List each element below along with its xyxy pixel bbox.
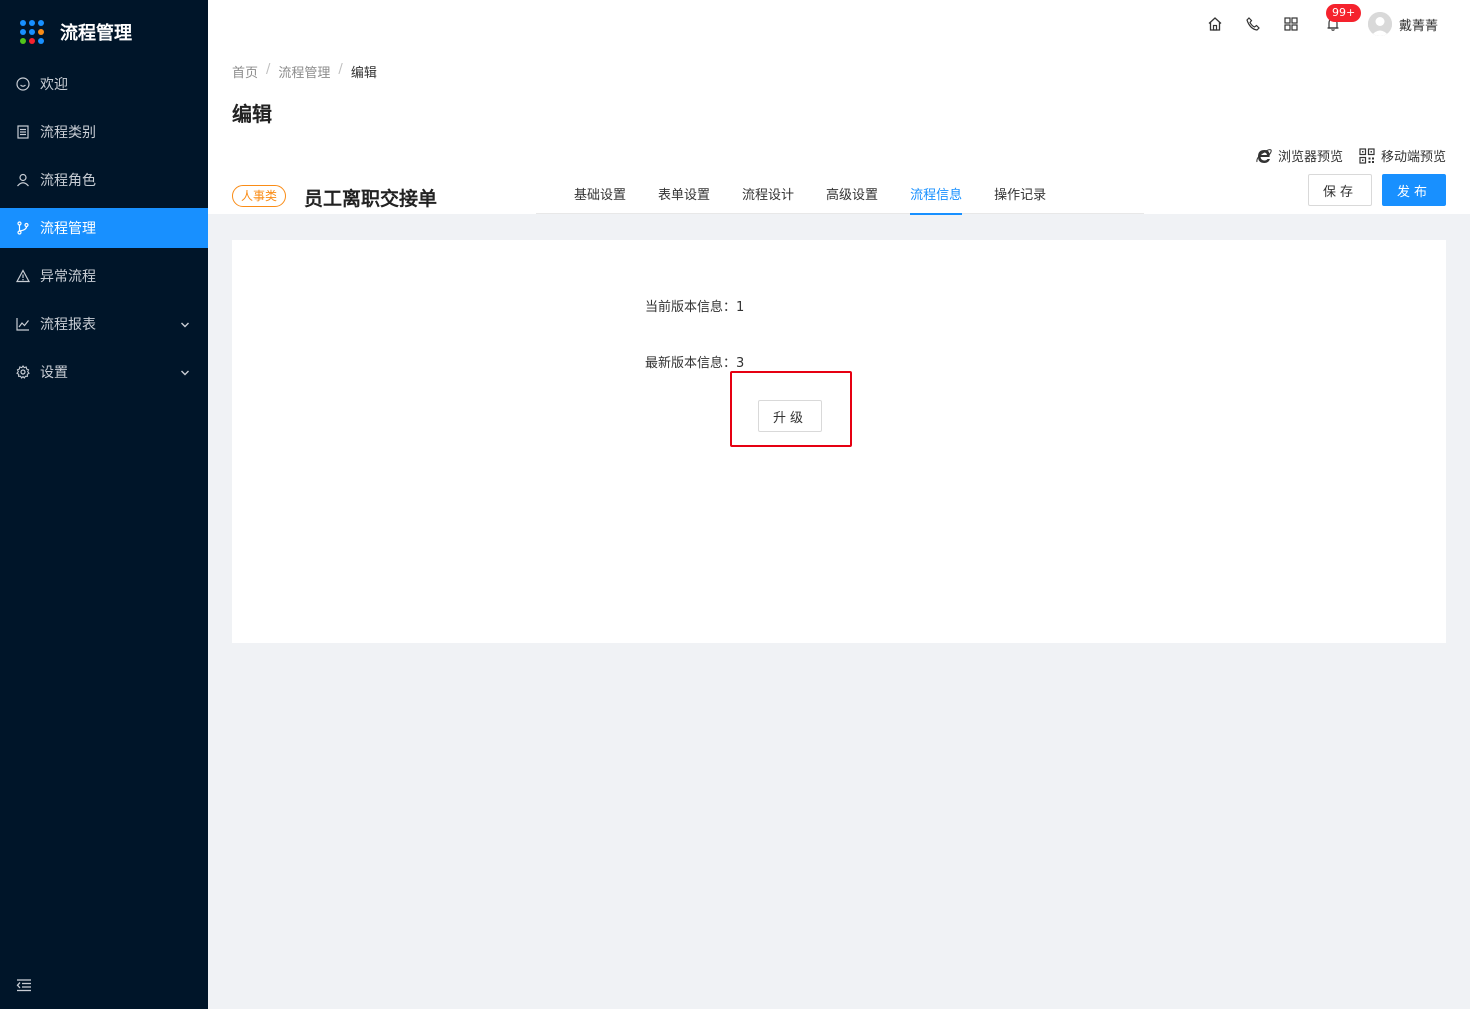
file-list-icon [16, 125, 30, 139]
latest-version-row: 最新版本信息：3 [645, 352, 744, 371]
form-name: 员工离职交接单 [304, 188, 438, 210]
page-header: 首页 / 流程管理 / 编辑 编辑 浏览器预览 移动端预览 人事类 员工离职交接… [208, 48, 1470, 215]
tab-operation-log[interactable]: 操作记录 [994, 178, 1046, 214]
mobile-preview-label: 移动端预览 [1380, 150, 1446, 165]
username[interactable]: 戴菁菁 [1399, 15, 1438, 34]
notification-badge: 99+ [1326, 4, 1362, 22]
current-version-label: 当前版本信息： [645, 300, 737, 315]
sidebar-item-settings[interactable]: 设置 [0, 352, 208, 392]
app-title: 流程管理 [60, 23, 132, 44]
latest-version-label: 最新版本信息： [645, 356, 737, 371]
apps-grid-icon[interactable] [1283, 16, 1299, 32]
current-version-row: 当前版本信息：1 [645, 296, 744, 315]
browser-preview-label: 浏览器预览 [1277, 150, 1343, 165]
phone-icon[interactable] [1245, 16, 1261, 32]
user-icon [16, 173, 30, 187]
menu-fold-icon[interactable] [16, 977, 32, 993]
sidebar-item-label: 流程类别 [40, 125, 96, 141]
top-header: 99+ 戴菁菁 [208, 0, 1470, 48]
line-chart-icon [16, 317, 30, 331]
sidebar-item-label: 流程角色 [40, 173, 96, 189]
breadcrumb-process-management[interactable]: 流程管理 [278, 62, 330, 81]
category-tag: 人事类 [232, 185, 287, 207]
sidebar-item-label: 流程报表 [40, 317, 96, 333]
tab-basic-settings[interactable]: 基础设置 [574, 178, 626, 214]
sidebar-item-process-role[interactable]: 流程角色 [0, 160, 208, 200]
branch-icon [16, 221, 30, 235]
sidebar-item-welcome[interactable]: 欢迎 [0, 64, 208, 104]
breadcrumb: 首页 / 流程管理 / 编辑 [232, 62, 377, 81]
breadcrumb-current: 编辑 [350, 66, 377, 81]
tab-form-settings[interactable]: 表单设置 [658, 178, 710, 214]
latest-version-value: 3 [736, 356, 745, 371]
app-grid-logo-icon [20, 20, 44, 44]
tab-advanced-settings[interactable]: 高级设置 [826, 178, 878, 214]
sidebar-item-label: 设置 [40, 365, 68, 381]
sidebar-menu: 欢迎 流程类别 流程角色 流程管理 异常流程 流程报表 设置 [0, 64, 208, 392]
sidebar-item-label: 流程管理 [40, 221, 96, 237]
warning-icon [16, 269, 30, 283]
brand: 流程管理 [0, 0, 208, 64]
current-version-value: 1 [736, 300, 745, 315]
breadcrumb-separator: / [338, 62, 343, 77]
qrcode-icon [1359, 147, 1375, 164]
sidebar: 流程管理 欢迎 流程类别 流程角色 流程管理 异常流程 流程报表 设置 [0, 0, 208, 1009]
sidebar-item-label: 欢迎 [40, 77, 68, 93]
sidebar-item-process-management[interactable]: 流程管理 [0, 208, 208, 248]
upgrade-button[interactable]: 升级 [758, 400, 822, 432]
gear-icon [16, 365, 30, 379]
smile-icon [16, 77, 30, 91]
process-info-panel: 当前版本信息：1 最新版本信息：3 升级 [232, 240, 1446, 643]
mobile-preview-link[interactable]: 移动端预览 [1359, 146, 1446, 165]
breadcrumb-home[interactable]: 首页 [232, 62, 258, 81]
avatar[interactable] [1368, 12, 1392, 36]
sidebar-item-abnormal-process[interactable]: 异常流程 [0, 256, 208, 296]
tab-process-design[interactable]: 流程设计 [742, 178, 794, 214]
browser-preview-link[interactable]: 浏览器预览 [1256, 146, 1343, 165]
chevron-down-icon [180, 318, 190, 328]
publish-button[interactable]: 发布 [1382, 174, 1446, 206]
editor-tabs: 基础设置 表单设置 流程设计 高级设置 流程信息 操作记录 [536, 178, 1144, 215]
sidebar-item-process-report[interactable]: 流程报表 [0, 304, 208, 344]
breadcrumb-separator: / [266, 62, 271, 77]
chevron-down-icon [180, 366, 190, 376]
tab-process-info[interactable]: 流程信息 [910, 178, 963, 215]
save-button[interactable]: 保存 [1308, 174, 1372, 206]
page-title: 编辑 [232, 102, 272, 126]
ie-browser-icon [1256, 148, 1272, 164]
sidebar-item-process-category[interactable]: 流程类别 [0, 112, 208, 152]
sidebar-item-label: 异常流程 [40, 269, 96, 285]
preview-links: 浏览器预览 移动端预览 [1240, 146, 1446, 165]
home-icon[interactable] [1207, 16, 1223, 32]
